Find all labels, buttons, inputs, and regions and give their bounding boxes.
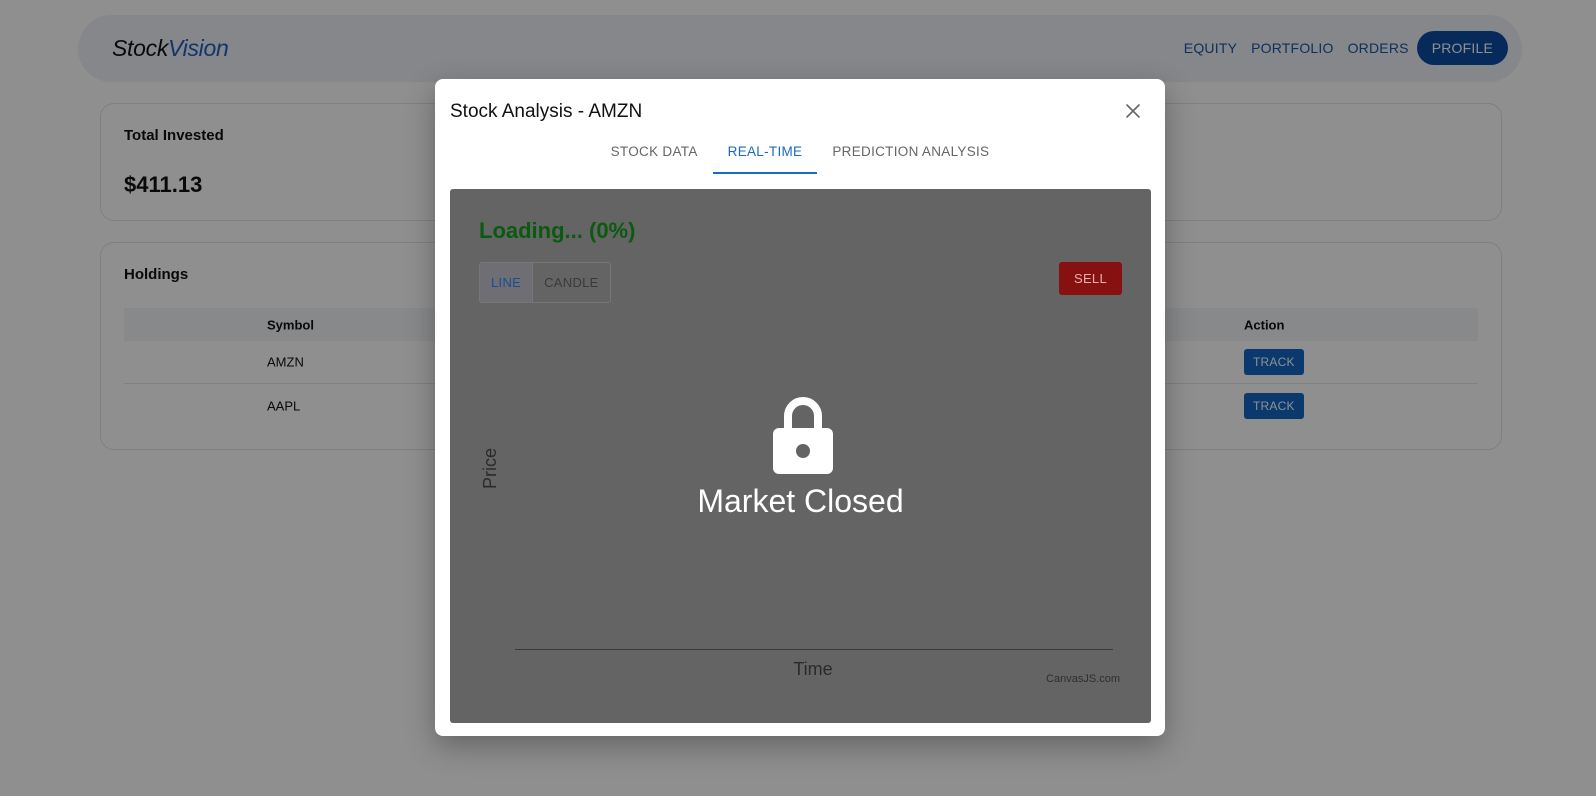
x-axis-line [515,649,1113,650]
tab-stock-data[interactable]: STOCK DATA [596,132,713,174]
market-closed-message: Market Closed [697,483,904,519]
close-icon[interactable] [1123,101,1143,121]
canvasjs-credit[interactable]: CanvasJS.com [1046,673,1120,685]
chart-type-toggle: LINE CANDLE [479,262,611,303]
line-chart-button[interactable]: LINE [480,263,534,302]
modal-title: Stock Analysis - AMZN [450,101,643,122]
modal-tabs: STOCK DATA REAL-TIME PREDICTION ANALYSIS [435,132,1165,174]
y-axis-label: Price [480,447,500,489]
loading-status: Loading... (0%) [479,218,636,243]
tab-prediction-analysis[interactable]: PREDICTION ANALYSIS [817,132,1004,174]
lock-icon [771,394,835,476]
stock-analysis-modal: Stock Analysis - AMZN STOCK DATA REAL-TI… [435,79,1165,736]
tab-real-time[interactable]: REAL-TIME [712,132,818,174]
realtime-chart: Loading... (0%) LINE CANDLE SELL Market … [450,189,1151,723]
candle-chart-button[interactable]: CANDLE [533,263,610,302]
sell-button[interactable]: SELL [1058,262,1122,295]
